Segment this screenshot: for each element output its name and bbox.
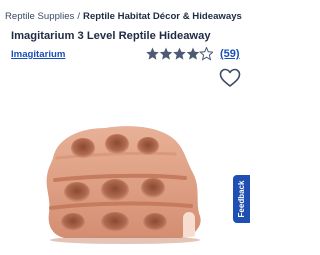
star-icon — [186, 47, 200, 60]
star-icon — [173, 47, 186, 60]
breadcrumb-separator: / — [77, 11, 81, 22]
breadcrumb-item-habitat-decor[interactable]: Reptile Habitat Décor & Hideaways — [83, 11, 242, 22]
breadcrumb-item-reptile-supplies[interactable]: Reptile Supplies — [5, 11, 74, 22]
feedback-label: Feedback — [236, 180, 246, 218]
review-count-link[interactable]: (59) — [220, 47, 240, 61]
product-rating[interactable]: (59) — [146, 46, 246, 62]
star-rating — [146, 47, 213, 61]
feedback-button[interactable]: Feedback — [233, 175, 250, 223]
product-image — [35, 118, 205, 246]
star-icon — [146, 47, 159, 60]
wishlist-heart-icon[interactable] — [219, 68, 241, 88]
breadcrumb: Reptile Supplies / Reptile Habitat Décor &… — [5, 10, 250, 24]
star-icon — [159, 47, 173, 60]
brand-link[interactable]: Imagitarium — [11, 48, 65, 61]
star-half-icon — [198, 47, 213, 61]
product-title: Imagitarium 3 Level Reptile Hideaway — [11, 30, 211, 42]
